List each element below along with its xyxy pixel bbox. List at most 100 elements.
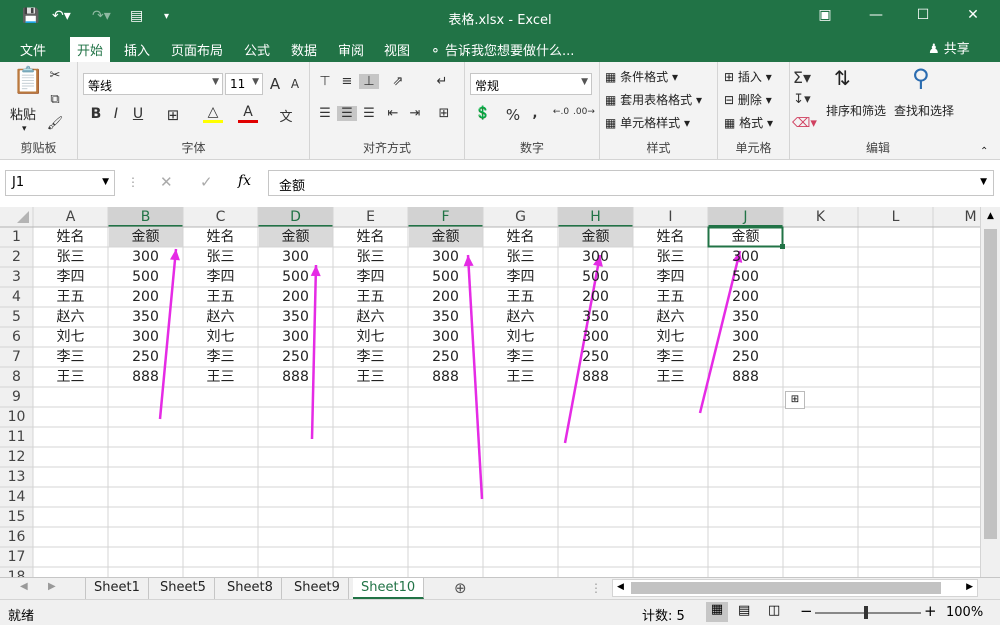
table-cell[interactable]: 300 — [708, 247, 783, 267]
table-cell[interactable]: 300 — [408, 327, 483, 347]
table-cell[interactable]: 王五 — [483, 287, 558, 307]
table-cell[interactable]: 王五 — [333, 287, 408, 307]
fill-icon[interactable]: ↧▾ — [792, 92, 812, 107]
scroll-left-icon[interactable]: ◀ — [617, 582, 624, 592]
sheet-tab[interactable]: Sheet9 — [286, 578, 349, 599]
cut-icon[interactable]: ✂ — [45, 68, 65, 83]
cell-styles-button[interactable]: ▦ 单元格样式 ▾ — [605, 114, 690, 131]
table-cell[interactable]: 李四 — [633, 267, 708, 287]
share-button[interactable]: ♟ 共享 — [928, 38, 970, 57]
table-cell[interactable]: 李四 — [483, 267, 558, 287]
table-cell[interactable]: 350 — [558, 307, 633, 327]
table-cell[interactable]: 赵六 — [633, 307, 708, 327]
table-cell[interactable]: 姓名 — [633, 227, 708, 247]
table-cell[interactable]: 姓名 — [333, 227, 408, 247]
column-header-f[interactable]: F — [408, 207, 483, 227]
grow-font-icon[interactable]: A — [265, 75, 285, 93]
decrease-indent-icon[interactable]: ⇤ — [383, 106, 403, 121]
scroll-thumb[interactable] — [984, 229, 997, 539]
page-break-view-icon[interactable]: ◫ — [768, 603, 780, 618]
table-cell[interactable]: 赵六 — [483, 307, 558, 327]
table-cell[interactable]: 888 — [258, 367, 333, 387]
table-cell[interactable]: 250 — [408, 347, 483, 367]
table-cell[interactable]: 金额 — [558, 227, 633, 247]
scroll-up-icon[interactable]: ▲ — [981, 211, 1000, 221]
conditional-formatting-button[interactable]: ▦ 条件格式 ▾ — [605, 68, 678, 85]
table-cell[interactable]: 500 — [258, 267, 333, 287]
tab-view[interactable]: 视图 — [384, 40, 410, 59]
font-color-icon[interactable]: A — [238, 104, 258, 123]
cancel-icon[interactable]: ✕ — [160, 173, 173, 191]
table-cell[interactable]: 赵六 — [333, 307, 408, 327]
row-header[interactable]: 16 — [0, 527, 33, 547]
align-middle-icon[interactable]: ≡ — [337, 74, 357, 89]
table-cell[interactable]: 500 — [708, 267, 783, 287]
table-cell[interactable]: 张三 — [183, 247, 258, 267]
clear-icon[interactable]: ⌫▾ — [792, 116, 817, 131]
borders-icon[interactable]: ⊞ — [163, 106, 183, 124]
italic-button[interactable]: I — [106, 106, 126, 122]
column-header-e[interactable]: E — [333, 207, 408, 227]
increase-indent-icon[interactable]: ⇥ — [405, 106, 425, 121]
table-cell[interactable]: 500 — [108, 267, 183, 287]
table-cell[interactable]: 张三 — [633, 247, 708, 267]
table-cell[interactable]: 200 — [708, 287, 783, 307]
row-header[interactable]: 2 — [0, 247, 33, 267]
table-cell[interactable]: 张三 — [33, 247, 108, 267]
row-header[interactable]: 10 — [0, 407, 33, 427]
orientation-icon[interactable]: ⇗ — [388, 74, 408, 89]
sheet-tab-active[interactable]: Sheet10 — [353, 578, 425, 599]
tab-insert[interactable]: 插入 — [124, 40, 150, 59]
paste-icon[interactable]: 📋 — [12, 66, 44, 96]
row-header[interactable]: 4 — [0, 287, 33, 307]
table-cell[interactable]: 张三 — [333, 247, 408, 267]
minimize-icon[interactable]: — — [866, 7, 886, 23]
table-cell[interactable]: 888 — [408, 367, 483, 387]
shrink-font-icon[interactable]: A — [285, 77, 305, 91]
table-cell[interactable]: 500 — [408, 267, 483, 287]
table-cell[interactable]: 金额 — [408, 227, 483, 247]
underline-button[interactable]: U — [128, 106, 148, 122]
delete-cells-button[interactable]: ⊟ 删除 ▾ — [724, 91, 772, 108]
quick-analysis-icon[interactable]: ⊞ — [785, 391, 805, 409]
table-cell[interactable]: 李三 — [333, 347, 408, 367]
merge-center-icon[interactable]: ⊞ — [434, 106, 454, 121]
table-cell[interactable]: 王三 — [633, 367, 708, 387]
paste-button[interactable]: 粘贴 — [10, 104, 36, 123]
row-header[interactable]: 12 — [0, 447, 33, 467]
table-cell[interactable]: 金额 — [258, 227, 333, 247]
table-cell[interactable]: 王三 — [333, 367, 408, 387]
row-header[interactable]: 8 — [0, 367, 33, 387]
table-cell[interactable]: 李三 — [183, 347, 258, 367]
table-cell[interactable]: 赵六 — [33, 307, 108, 327]
table-cell[interactable]: 王三 — [483, 367, 558, 387]
table-cell[interactable]: 200 — [108, 287, 183, 307]
row-header[interactable]: 15 — [0, 507, 33, 527]
format-painter-icon[interactable]: 🖌 — [45, 116, 65, 131]
column-header-b[interactable]: B — [108, 207, 183, 227]
table-cell[interactable]: 刘七 — [483, 327, 558, 347]
table-cell[interactable]: 王五 — [183, 287, 258, 307]
align-bottom-icon[interactable]: ⊥ — [359, 74, 379, 89]
table-cell[interactable]: 李四 — [183, 267, 258, 287]
table-cell[interactable]: 300 — [258, 247, 333, 267]
decrease-decimal-icon[interactable]: .00→ — [573, 107, 595, 117]
scroll-right-icon[interactable]: ▶ — [966, 582, 973, 592]
bold-button[interactable]: B — [86, 106, 106, 122]
table-cell[interactable]: 300 — [108, 247, 183, 267]
wrap-text-icon[interactable]: ↵ — [432, 74, 452, 89]
table-cell[interactable]: 姓名 — [33, 227, 108, 247]
row-header[interactable]: 7 — [0, 347, 33, 367]
align-left-icon[interactable]: ☰ — [315, 106, 335, 121]
insert-cells-button[interactable]: ⊞ 插入 ▾ — [724, 68, 772, 85]
paste-dropdown-icon[interactable]: ▾ — [22, 124, 27, 134]
column-header-c[interactable]: C — [183, 207, 258, 227]
row-header[interactable]: 14 — [0, 487, 33, 507]
collapse-ribbon-icon[interactable]: ⌃ — [980, 146, 988, 157]
phonetic-icon[interactable]: 文 — [276, 106, 296, 125]
table-cell[interactable]: 200 — [408, 287, 483, 307]
formula-input[interactable]: 金额 ▼ — [268, 170, 994, 196]
table-cell[interactable]: 350 — [258, 307, 333, 327]
worksheet-grid[interactable]: A B C D E F G H I J K L M 1 2 3 4 5 6 7 8 9 10 11 12 13 14 15 16 17 18… — [0, 207, 1000, 577]
column-header-a[interactable]: A — [33, 207, 108, 227]
